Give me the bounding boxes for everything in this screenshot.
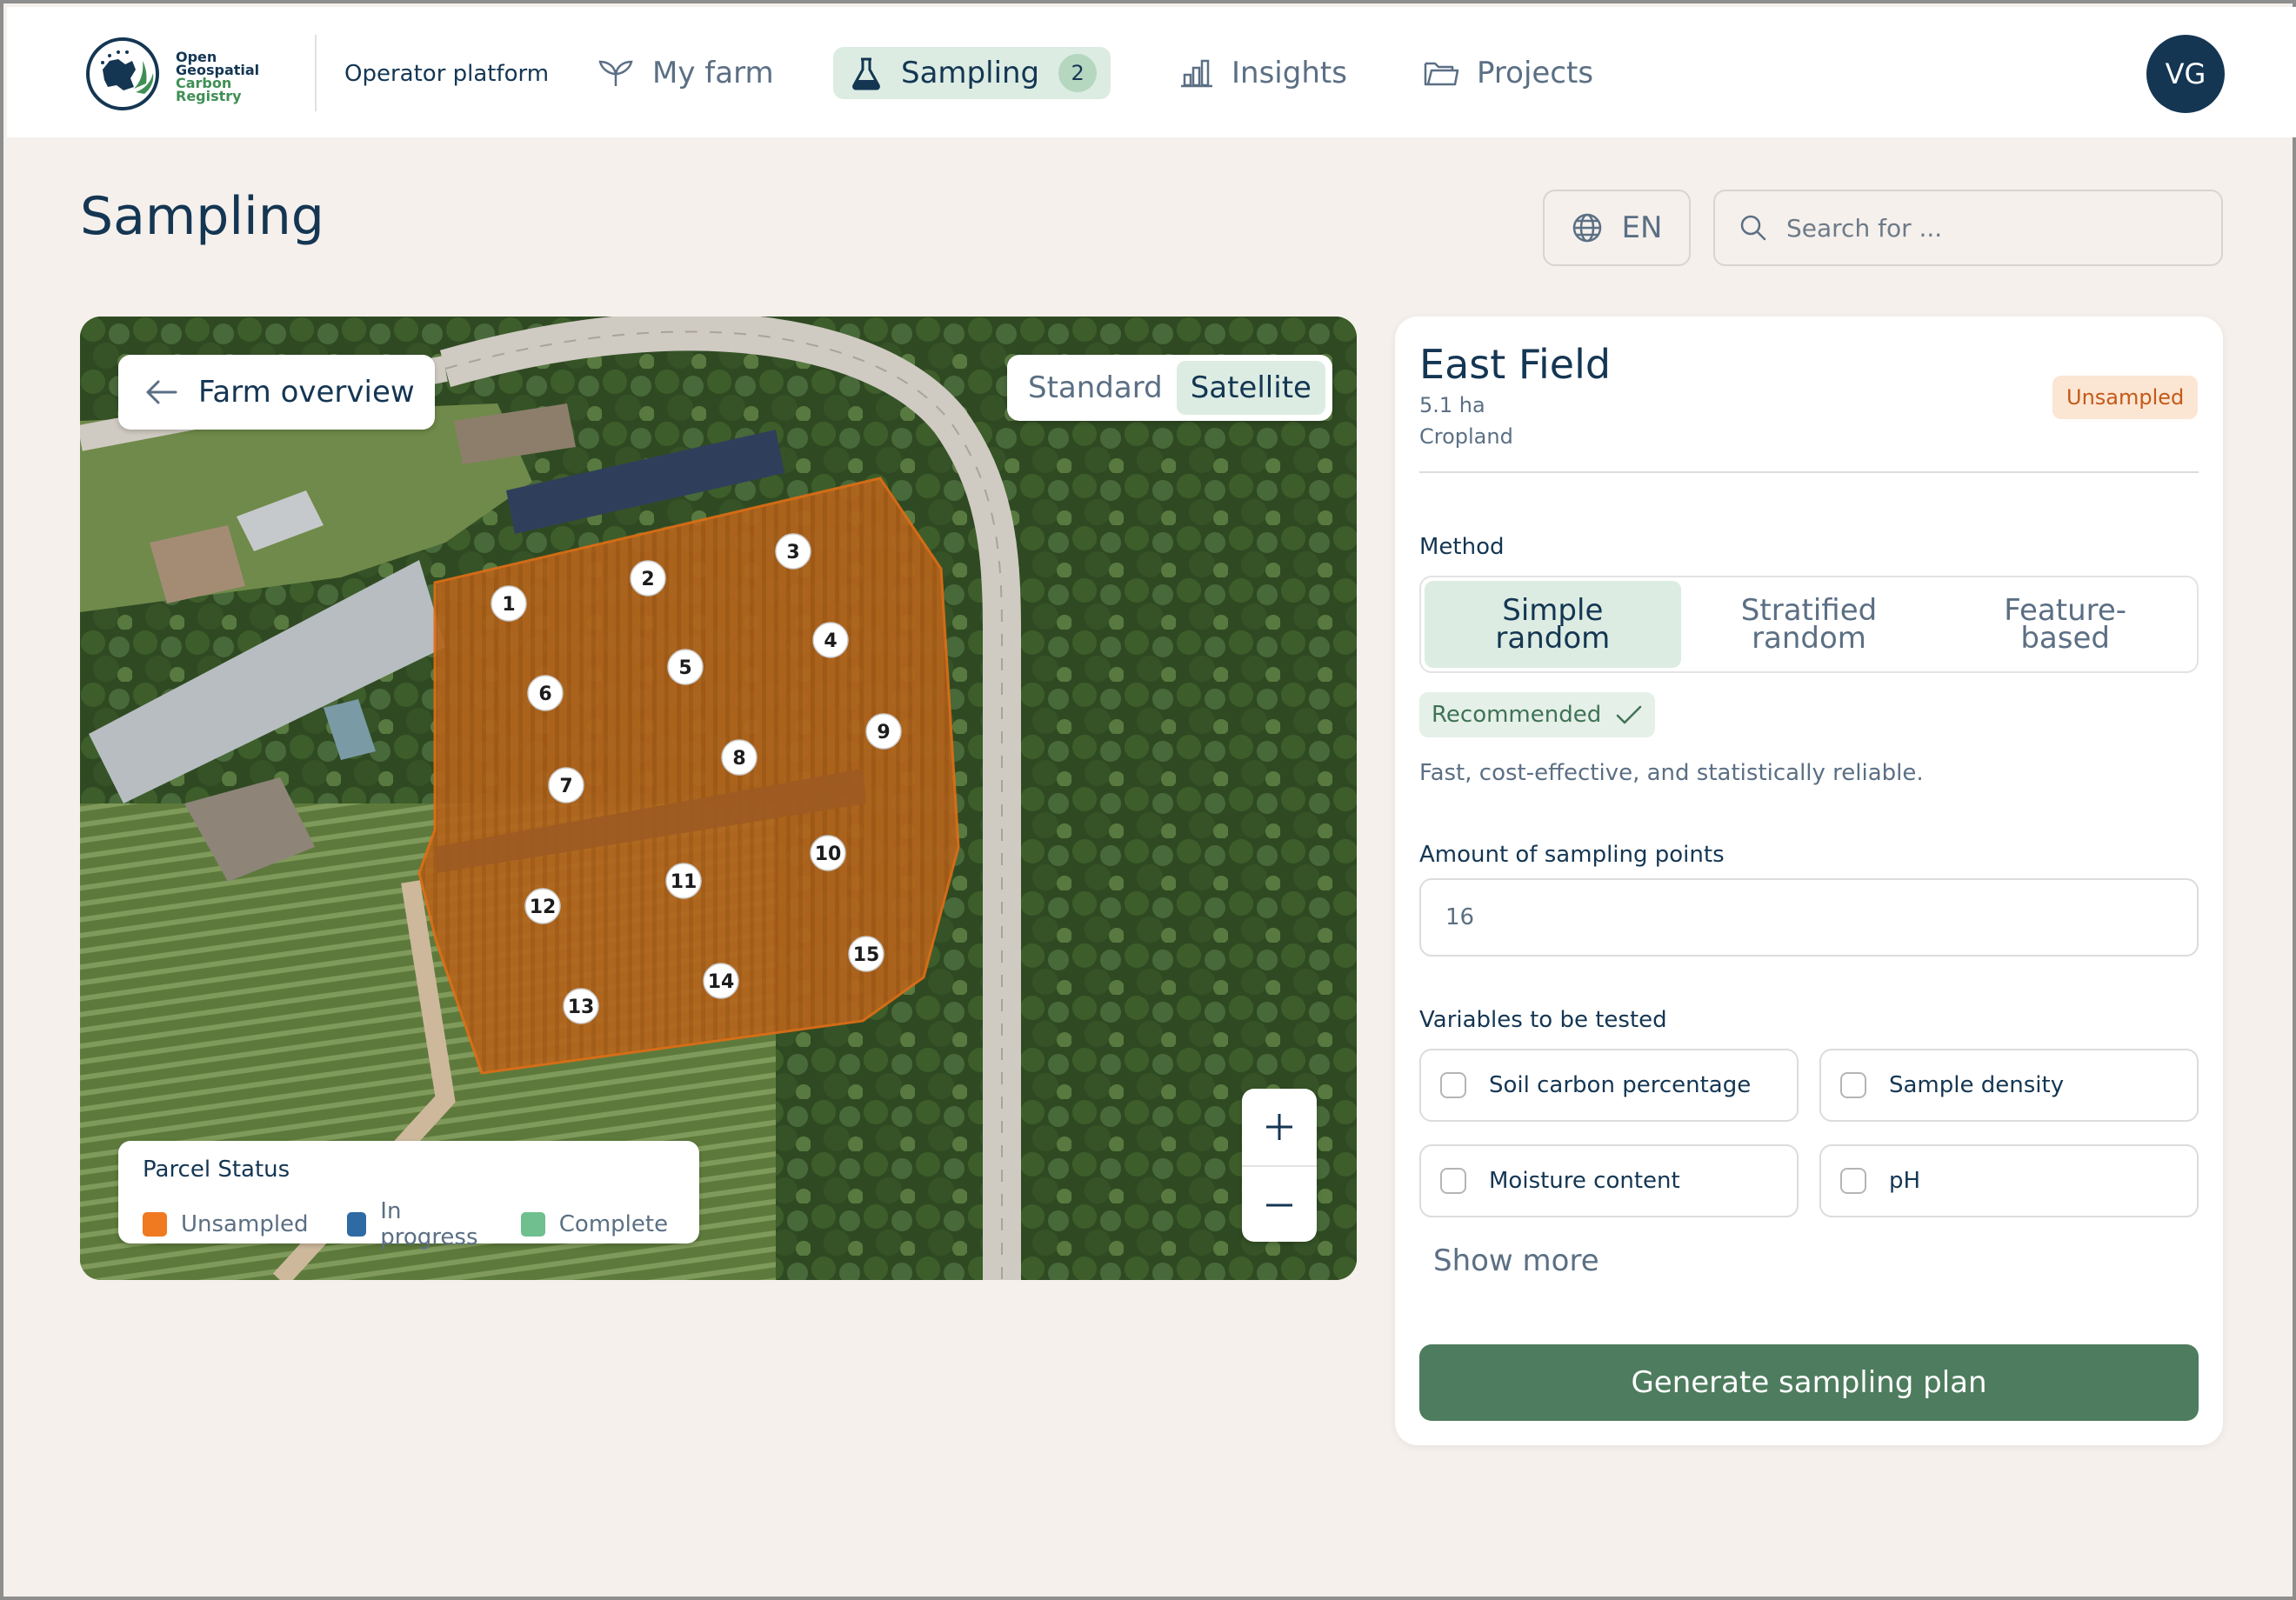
soil-carbon-label: Soil carbon percentage	[1489, 1072, 1752, 1098]
field-area: 5.1 ha	[1419, 393, 1485, 417]
plus-icon	[1266, 1114, 1292, 1140]
field-name: East Field	[1419, 341, 1612, 388]
method-feature-based[interactable]: Feature-based	[1937, 581, 2193, 668]
method-simple-random[interactable]: Simple random	[1425, 581, 1681, 668]
nav-my-farm[interactable]: My farm	[581, 47, 788, 99]
folder-icon	[1424, 62, 1459, 86]
variable-soil-carbon[interactable]: Soil carbon percentage	[1419, 1049, 1799, 1122]
arrow-left-icon	[146, 380, 177, 404]
nav-projects-label: Projects	[1477, 56, 1594, 90]
recommended-badge: Recommended	[1419, 692, 1656, 737]
complete-swatch	[520, 1212, 545, 1237]
recommended-label: Recommended	[1432, 702, 1602, 728]
sampling-point-6: 6	[538, 683, 551, 705]
header-divider	[315, 35, 317, 111]
eu-globe-logo-icon	[86, 37, 159, 110]
legend-label-complete: Complete	[558, 1211, 669, 1237]
show-more-link[interactable]: Show more	[1433, 1243, 1599, 1278]
generate-sampling-plan-button[interactable]: Generate sampling plan	[1419, 1344, 2199, 1421]
map-view-toggle: Standard Satellite	[1007, 355, 1332, 421]
search-input[interactable]	[1786, 213, 2169, 243]
sampling-point-8: 8	[732, 748, 745, 770]
sampling-point-12: 12	[530, 897, 557, 918]
sampling-points-input[interactable]	[1419, 878, 2199, 957]
farm-overview-label: Farm overview	[198, 375, 415, 410]
panel-divider	[1419, 471, 2199, 473]
variable-moisture-content[interactable]: Moisture content	[1419, 1144, 1799, 1217]
language-selector[interactable]: EN	[1543, 190, 1691, 266]
sampling-point-13: 13	[568, 997, 595, 1018]
field-details-panel: East Field 5.1 ha Cropland Unsampled Met…	[1395, 317, 2223, 1445]
legend-label-unsampled: Unsampled	[181, 1211, 309, 1237]
search-box[interactable]	[1713, 190, 2223, 266]
method-selector: Simple random Stratified random Feature-ba…	[1419, 576, 2199, 673]
search-icon	[1740, 215, 1766, 241]
sample-density-label: Sample density	[1889, 1072, 2065, 1098]
nav-my-farm-label: My farm	[652, 56, 774, 90]
nav-sampling[interactable]: Sampling 2	[833, 47, 1111, 99]
zoom-controls	[1242, 1089, 1317, 1242]
unsampled-swatch	[143, 1212, 167, 1237]
logo-wordmark: Open Geospatial Carbon Registry	[176, 49, 260, 104]
soil-carbon-checkbox[interactable]	[1440, 1072, 1466, 1098]
farm-map[interactable]: 1 2 3 4 5 6 7 8 9 10 11 12 13 14 15 Farm	[80, 317, 1357, 1280]
sampling-point-9: 9	[877, 722, 890, 743]
variables-label: Variables to be tested	[1419, 1007, 1667, 1033]
satellite-imagery: 1 2 3 4 5 6 7 8 9 10 11 12 13 14 15	[80, 317, 1357, 1280]
nav-projects[interactable]: Projects	[1407, 47, 1607, 99]
sampling-point-3: 3	[786, 542, 799, 563]
moisture-content-checkbox[interactable]	[1440, 1168, 1466, 1194]
legend-item-in-progress: In progress	[346, 1198, 483, 1250]
user-avatar[interactable]: VG	[2146, 35, 2225, 113]
sampling-count-badge: 2	[1058, 54, 1098, 92]
legend-label-in-progress: In progress	[380, 1198, 478, 1250]
method-description: Fast, cost-effective, and statistically …	[1419, 760, 1924, 786]
sampling-point-15: 15	[853, 944, 880, 966]
flask-icon	[852, 57, 880, 90]
variable-sample-density[interactable]: Sample density	[1819, 1049, 2199, 1122]
status-badge: Unsampled	[2052, 376, 2199, 419]
sampling-point-10: 10	[815, 843, 842, 865]
farm-overview-button[interactable]: Farm overview	[118, 355, 435, 430]
parcel-status-legend: Parcel Status Unsampled In progress Comp…	[118, 1141, 699, 1250]
satellite-view-option[interactable]: Satellite	[1176, 361, 1325, 415]
moisture-content-label: Moisture content	[1489, 1168, 1680, 1194]
sampling-point-4: 4	[824, 630, 837, 652]
legend-title: Parcel Status	[143, 1157, 290, 1183]
sampling-point-14: 14	[708, 971, 735, 993]
bar-chart-icon	[1181, 59, 1212, 88]
sampling-point-11: 11	[671, 871, 697, 893]
sprout-icon	[598, 60, 633, 86]
variable-ph[interactable]: pH	[1819, 1144, 2199, 1217]
top-navigation-bar: Open Geospatial Carbon Registry Operator…	[7, 7, 2296, 137]
points-label: Amount of sampling points	[1419, 842, 1725, 868]
ogcr-logo[interactable]: Open Geospatial Carbon Registry	[83, 35, 292, 111]
standard-view-option[interactable]: Standard	[1014, 361, 1177, 415]
method-stratified-random[interactable]: Stratified random	[1681, 581, 1938, 668]
sampling-point-5: 5	[678, 657, 691, 679]
zoom-in-button[interactable]	[1242, 1089, 1317, 1165]
nav-insights-label: Insights	[1231, 56, 1347, 90]
nav-sampling-label: Sampling	[901, 56, 1040, 90]
language-code: EN	[1621, 210, 1663, 245]
platform-label: Operator platform	[344, 61, 550, 87]
globe-icon	[1572, 213, 1601, 243]
app-window: Open Geospatial Carbon Registry Operator…	[0, 0, 2296, 1600]
sample-density-checkbox[interactable]	[1840, 1072, 1866, 1098]
legend-item-unsampled: Unsampled	[143, 1198, 309, 1250]
ph-label: pH	[1889, 1168, 1921, 1194]
in-progress-swatch	[346, 1212, 367, 1237]
zoom-out-button[interactable]	[1242, 1167, 1317, 1243]
legend-item-complete: Complete	[520, 1198, 669, 1250]
sampling-point-2: 2	[641, 569, 654, 590]
check-icon	[1616, 705, 1642, 724]
ph-checkbox[interactable]	[1840, 1168, 1866, 1194]
nav-insights[interactable]: Insights	[1164, 47, 1361, 99]
method-label: Method	[1419, 534, 1505, 560]
page-title: Sampling	[80, 186, 324, 247]
minus-icon	[1266, 1203, 1292, 1207]
field-land-use: Cropland	[1419, 424, 1513, 449]
sampling-point-7: 7	[559, 776, 572, 797]
sampling-point-1: 1	[502, 594, 515, 616]
